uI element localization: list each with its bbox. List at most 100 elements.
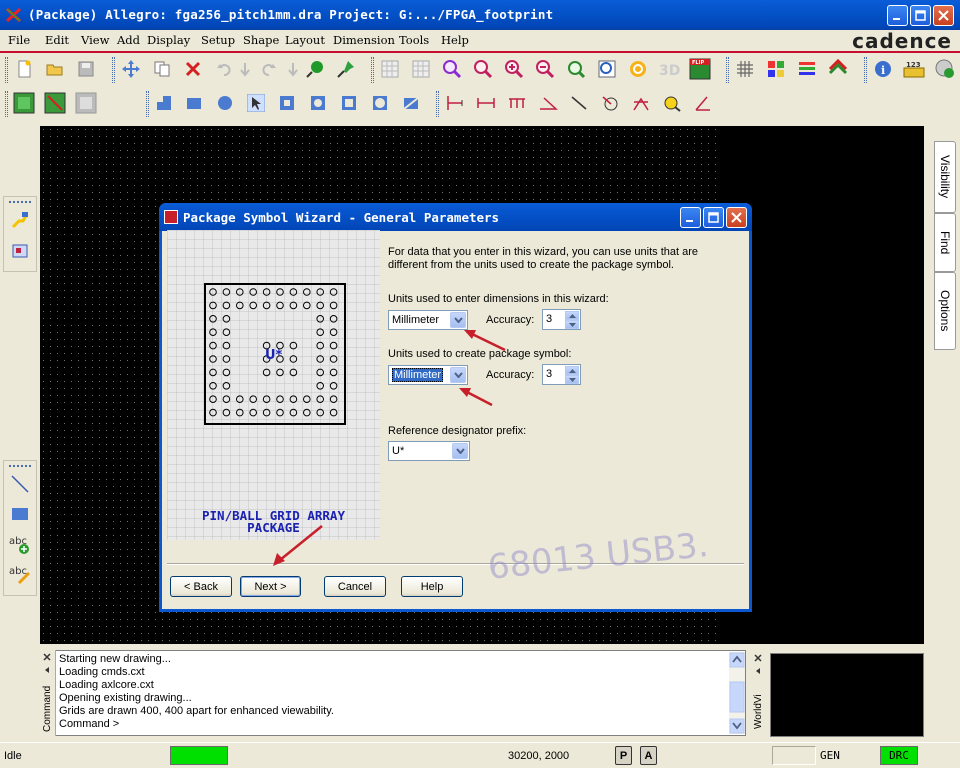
- toolbar-grip[interactable]: [436, 91, 439, 117]
- color-button[interactable]: [765, 58, 787, 80]
- close-button[interactable]: [933, 5, 954, 26]
- select-shape-button[interactable]: [245, 92, 267, 114]
- toolbar-grip[interactable]: [726, 57, 729, 83]
- shape-circle-button[interactable]: [214, 92, 236, 114]
- accuracy-spinner-2[interactable]: 3: [542, 364, 581, 385]
- dimension-angle-2-button[interactable]: [692, 92, 714, 114]
- zoom-points-button[interactable]: [441, 58, 463, 80]
- toolbar-grip[interactable]: [5, 57, 8, 83]
- void-circle-2-button[interactable]: [369, 92, 391, 114]
- add-text-button[interactable]: abc: [9, 533, 31, 555]
- toolbar-grip[interactable]: [9, 465, 31, 468]
- add-line-button[interactable]: [9, 473, 31, 495]
- minimize-button[interactable]: [887, 5, 908, 26]
- shadow-button[interactable]: [827, 58, 849, 80]
- menu-file[interactable]: File: [8, 33, 30, 47]
- shape-rectangle-button[interactable]: [183, 92, 205, 114]
- command-prompt[interactable]: Command >: [59, 718, 334, 731]
- shape-polygon-button[interactable]: [153, 92, 175, 114]
- board-view-button[interactable]: [13, 92, 35, 114]
- save-button[interactable]: [75, 58, 97, 80]
- new-file-button[interactable]: [13, 58, 35, 80]
- redo-down-button[interactable]: [282, 58, 304, 80]
- menu-shape[interactable]: Shape: [243, 33, 279, 47]
- copy-button[interactable]: [151, 58, 173, 80]
- toolbar-grip[interactable]: [864, 57, 867, 83]
- spin-down-icon[interactable]: [565, 375, 579, 384]
- menu-tools[interactable]: Tools: [399, 33, 429, 47]
- zoom-previous-button[interactable]: [565, 58, 587, 80]
- zoom-out-button[interactable]: [534, 58, 556, 80]
- refdes-dropdown[interactable]: U*: [388, 441, 470, 461]
- void-circle-button[interactable]: [307, 92, 329, 114]
- board-view-2-button[interactable]: [44, 92, 66, 114]
- redraw-button[interactable]: [627, 58, 649, 80]
- layers-button[interactable]: [796, 58, 818, 80]
- move-button[interactable]: [120, 58, 142, 80]
- dimension-datum-button[interactable]: [506, 92, 528, 114]
- edit-text-button[interactable]: abc: [9, 563, 31, 585]
- spin-up-icon[interactable]: [565, 311, 579, 320]
- show-element-button[interactable]: i: [872, 58, 894, 80]
- dimension-leader-button[interactable]: [661, 92, 683, 114]
- dimension-angular-button[interactable]: [537, 92, 559, 114]
- tab-visibility[interactable]: Visibility: [934, 141, 956, 213]
- toolbar-grip[interactable]: [112, 57, 115, 83]
- dimension-linear-button[interactable]: [444, 92, 466, 114]
- connect-line-button[interactable]: [9, 209, 31, 231]
- menu-display[interactable]: Display: [147, 33, 190, 47]
- tab-options[interactable]: Options: [934, 272, 956, 350]
- next-button[interactable]: Next >: [240, 576, 301, 597]
- chevron-down-icon[interactable]: [452, 443, 468, 459]
- toolbar-grip[interactable]: [146, 91, 149, 117]
- status-a-button[interactable]: A: [640, 746, 657, 765]
- menu-setup[interactable]: Setup: [201, 33, 235, 47]
- tab-find[interactable]: Find: [934, 213, 956, 272]
- void-rectangle-button[interactable]: [338, 92, 360, 114]
- menu-view[interactable]: View: [81, 33, 109, 47]
- board-view-3-button[interactable]: [75, 92, 97, 114]
- open-button[interactable]: [44, 58, 66, 80]
- worldview-panel[interactable]: [770, 653, 924, 737]
- delete-button[interactable]: [182, 58, 204, 80]
- add-rectangle-button[interactable]: [9, 503, 31, 525]
- zoom-in-button[interactable]: [503, 58, 525, 80]
- dialog-close-button[interactable]: [726, 207, 747, 228]
- redo-button[interactable]: [258, 58, 280, 80]
- grid-toggle-2-button[interactable]: [410, 58, 432, 80]
- shape-void-button[interactable]: [276, 92, 298, 114]
- undo-button[interactable]: [213, 58, 235, 80]
- menu-layout[interactable]: Layout: [285, 33, 325, 47]
- chevron-down-icon[interactable]: [450, 367, 466, 383]
- spin-up-icon[interactable]: [565, 366, 579, 375]
- dimension-radius-button[interactable]: [599, 92, 621, 114]
- title-bar[interactable]: (Package) Allegro: fga256_pitch1mm.dra P…: [0, 0, 960, 30]
- add-element-button[interactable]: [934, 58, 956, 80]
- help-button[interactable]: Help: [401, 576, 463, 597]
- units-create-dropdown[interactable]: Millimeter: [388, 365, 468, 385]
- 3d-view-button[interactable]: 3D: [658, 58, 680, 80]
- grid-setup-button[interactable]: [734, 58, 756, 80]
- toolbar-grip[interactable]: [371, 57, 374, 83]
- toolbar-grip[interactable]: [5, 91, 8, 117]
- dialog-minimize-button[interactable]: [680, 207, 701, 228]
- command-scrollbar[interactable]: [729, 652, 745, 734]
- spin-down-icon[interactable]: [565, 320, 579, 329]
- cancel-button[interactable]: Cancel: [324, 576, 386, 597]
- maximize-button[interactable]: [910, 5, 931, 26]
- fix-button[interactable]: [304, 58, 326, 80]
- zoom-fit-button[interactable]: [472, 58, 494, 80]
- dialog-title-bar[interactable]: Package Symbol Wizard - General Paramete…: [159, 203, 752, 231]
- menu-edit[interactable]: Edit: [45, 33, 69, 47]
- toolbar-grip[interactable]: [9, 201, 31, 204]
- accuracy-spinner-1[interactable]: 3: [542, 309, 581, 330]
- dimension-chamfer-button[interactable]: [630, 92, 652, 114]
- menu-dimension[interactable]: Dimension: [333, 33, 395, 47]
- merge-shapes-button[interactable]: [400, 92, 422, 114]
- menu-add[interactable]: Add: [117, 33, 140, 47]
- menu-help[interactable]: Help: [441, 33, 469, 47]
- unfix-button[interactable]: [335, 58, 357, 80]
- back-button[interactable]: < Back: [170, 576, 232, 597]
- dialog-maximize-button[interactable]: [703, 207, 724, 228]
- zoom-world-button[interactable]: [596, 58, 618, 80]
